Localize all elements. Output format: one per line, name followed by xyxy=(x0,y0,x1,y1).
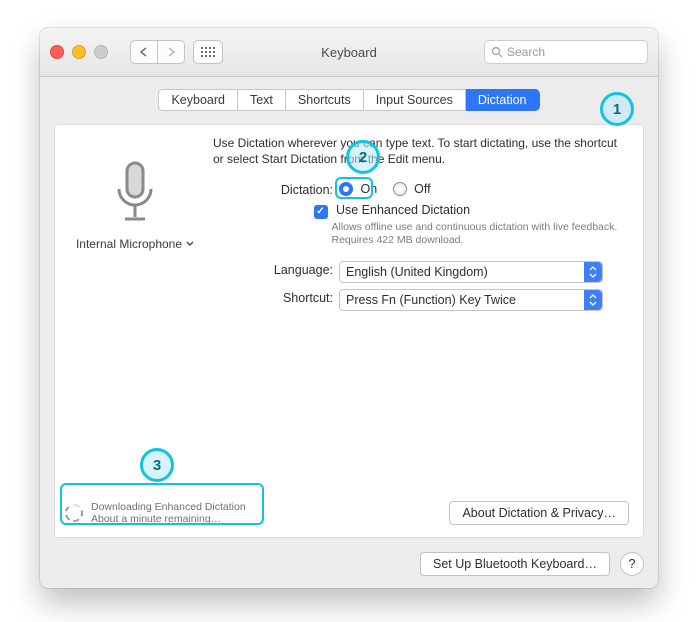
tab-shortcuts[interactable]: Shortcuts xyxy=(286,89,364,111)
back-button[interactable] xyxy=(130,40,157,64)
language-value: English (United Kingdom) xyxy=(346,265,488,279)
microphone-selector: Internal Microphone xyxy=(65,159,205,253)
enhanced-hint: Allows offline use and continuous dictat… xyxy=(332,221,626,247)
language-label: Language: xyxy=(245,261,339,277)
dictation-on-text: On xyxy=(360,182,377,196)
help-button[interactable]: ? xyxy=(620,552,644,576)
minimize-icon[interactable] xyxy=(72,45,86,59)
nav-segment xyxy=(130,40,185,64)
maximize-icon xyxy=(94,45,108,59)
shortcut-row: Shortcut: Press Fn (Function) Key Twice xyxy=(245,289,625,311)
shortcut-select[interactable]: Press Fn (Function) Key Twice xyxy=(339,289,603,311)
tab-keyboard[interactable]: Keyboard xyxy=(158,89,238,111)
close-icon[interactable] xyxy=(50,45,64,59)
window-controls xyxy=(50,45,108,59)
microphone-dropdown[interactable]: Internal Microphone xyxy=(76,237,194,251)
forward-button[interactable] xyxy=(157,40,185,64)
download-line1: Downloading Enhanced Dictation xyxy=(91,501,246,513)
language-select[interactable]: English (United Kingdom) xyxy=(339,261,603,283)
language-row: Language: English (United Kingdom) xyxy=(245,261,625,283)
enhanced-label: Use Enhanced Dictation xyxy=(336,203,470,217)
select-stepper-icon xyxy=(584,262,602,282)
search-placeholder: Search xyxy=(507,45,545,59)
download-status: Downloading Enhanced Dictation About a m… xyxy=(65,501,246,525)
dictation-label: Dictation: xyxy=(245,181,339,197)
spinner-icon xyxy=(65,504,83,522)
enhanced-checkbox[interactable]: ✓ xyxy=(314,205,328,219)
content-panel: Use Dictation wherever you can type text… xyxy=(54,124,644,538)
microphone-icon xyxy=(107,159,163,231)
shortcut-value: Press Fn (Function) Key Twice xyxy=(346,293,516,307)
chevron-down-icon xyxy=(186,241,194,247)
enhanced-row: ✓ Use Enhanced Dictation Allows offline … xyxy=(245,203,625,247)
show-all-button[interactable] xyxy=(193,40,223,64)
download-line2: About a minute remaining… xyxy=(91,513,246,525)
window-footer: Set Up Bluetooth Keyboard… ? xyxy=(420,552,644,576)
tab-dictation[interactable]: Dictation xyxy=(466,89,540,111)
shortcut-label: Shortcut: xyxy=(245,289,339,305)
tab-text[interactable]: Text xyxy=(238,89,286,111)
search-input[interactable]: Search xyxy=(484,40,648,64)
select-stepper-icon xyxy=(584,290,602,310)
titlebar: Keyboard Search xyxy=(40,28,658,77)
about-dictation-button[interactable]: About Dictation & Privacy… xyxy=(449,501,629,525)
dictation-off-radio[interactable] xyxy=(393,182,407,196)
form: Dictation: On Off ✓ Use Enhanced Dictati… xyxy=(245,181,625,317)
dictation-row: Dictation: On Off xyxy=(245,181,625,197)
dictation-on-radio[interactable] xyxy=(339,182,353,196)
instruction-text: Use Dictation wherever you can type text… xyxy=(213,135,623,167)
tab-input-sources[interactable]: Input Sources xyxy=(364,89,466,111)
preferences-window: Keyboard Search Keyboard Text Shortcuts … xyxy=(40,28,658,588)
bluetooth-keyboard-button[interactable]: Set Up Bluetooth Keyboard… xyxy=(420,552,610,576)
dictation-off-text: Off xyxy=(414,182,430,196)
search-icon xyxy=(491,46,503,58)
tab-bar: Keyboard Text Shortcuts Input Sources Di… xyxy=(40,89,658,111)
